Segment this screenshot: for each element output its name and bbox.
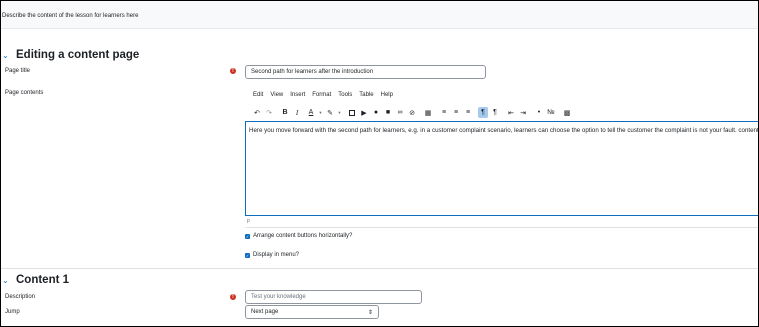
chevron-down-icon[interactable]: ⌄ xyxy=(2,51,10,60)
indent-icon[interactable]: ⇥ xyxy=(518,107,528,118)
record-video-icon[interactable]: ■ xyxy=(383,107,393,118)
unlink-icon[interactable]: ⊘ xyxy=(407,107,417,118)
jump-value: Next page xyxy=(251,309,279,315)
numbered-list-icon[interactable]: № xyxy=(546,107,556,118)
page-title-label: Page title xyxy=(5,68,31,74)
checkbox-checked-icon[interactable]: ✓ xyxy=(245,252,250,258)
arrange-horizontally-option[interactable]: ✓ Arrange content buttons horizontally? xyxy=(245,233,352,239)
editor-menubar: Edit View Insert Format Tools Table Help xyxy=(253,92,400,98)
menu-view[interactable]: View xyxy=(270,92,283,98)
outdent-icon[interactable]: ⇤ xyxy=(506,107,516,118)
section-title: Content 1 xyxy=(16,274,70,286)
display-label: Display in menu? xyxy=(253,252,300,258)
bullet-list-icon[interactable]: • xyxy=(534,107,544,118)
image-icon[interactable] xyxy=(347,107,357,118)
jump-select[interactable]: Next page ⇕ xyxy=(245,305,379,319)
editor-toolbar: ↶ ↷ B I A ▼ ✎ ▼ ▶ ● ■ ∞ ⊘ ▦ ≡ ≡ ≡ ¶ ¶ ⇤ … xyxy=(252,107,574,118)
menu-format[interactable]: Format xyxy=(312,92,331,98)
display-in-menu-option[interactable]: ✓ Display in menu? xyxy=(245,252,299,258)
bold-icon[interactable]: B xyxy=(280,107,290,118)
chevron-down-icon[interactable]: ⌄ xyxy=(2,276,10,285)
menu-edit[interactable]: Edit xyxy=(253,92,263,98)
lesson-description-bar: Describe the content of the lesson for l… xyxy=(1,1,758,29)
chevron-down-icon[interactable]: ▼ xyxy=(318,107,323,118)
highlight-color-icon[interactable]: ✎ xyxy=(325,107,335,118)
align-center-icon[interactable]: ≡ xyxy=(451,107,461,118)
menu-insert[interactable]: Insert xyxy=(290,92,305,98)
select-arrows-icon: ⇕ xyxy=(367,310,373,316)
media-icon[interactable]: ▶ xyxy=(359,107,369,118)
editor-content[interactable]: Here you move forward with the second pa… xyxy=(249,126,758,136)
link-icon[interactable]: ∞ xyxy=(395,107,405,118)
description-label: Description xyxy=(5,294,36,300)
divider xyxy=(245,227,758,228)
equation-icon[interactable]: ▩ xyxy=(562,107,572,118)
menu-help[interactable]: Help xyxy=(381,92,393,98)
undo-icon[interactable]: ↶ xyxy=(252,107,262,118)
menu-tools[interactable]: Tools xyxy=(338,92,352,98)
italic-icon[interactable]: I xyxy=(292,107,302,118)
redo-icon[interactable]: ↷ xyxy=(264,107,274,118)
text-color-icon[interactable]: A xyxy=(306,107,316,118)
description-input[interactable]: Test your knowledge xyxy=(245,290,422,304)
rtl-icon[interactable]: ¶ xyxy=(490,107,500,118)
page-contents-label: Page contents xyxy=(5,90,44,96)
editor-status-path: p xyxy=(247,218,250,224)
lesson-description-text: Describe the content of the lesson for l… xyxy=(2,13,139,19)
section-header-editing[interactable]: ⌄ Editing a content page xyxy=(1,47,139,63)
section-title: Editing a content page xyxy=(16,49,140,61)
rich-text-editor[interactable]: Here you move forward with the second pa… xyxy=(245,121,758,216)
checkbox-checked-icon[interactable]: ✓ xyxy=(245,233,250,239)
arrange-label: Arrange content buttons horizontally? xyxy=(253,233,353,239)
divider xyxy=(1,268,758,269)
page-frame: Describe the content of the lesson for l… xyxy=(0,0,759,327)
align-left-icon[interactable]: ≡ xyxy=(439,107,449,118)
page-title-input[interactable]: Second path for learners after the intro… xyxy=(245,65,486,79)
jump-label: Jump xyxy=(5,309,20,315)
menu-table[interactable]: Table xyxy=(359,92,373,98)
required-icon: ! xyxy=(230,294,236,300)
chevron-down-icon[interactable]: ▼ xyxy=(337,107,342,118)
align-right-icon[interactable]: ≡ xyxy=(463,107,473,118)
section-header-content[interactable]: ⌄ Content 1 xyxy=(1,272,69,288)
fullscreen-icon[interactable]: ▦ xyxy=(423,107,433,118)
record-audio-icon[interactable]: ● xyxy=(371,107,381,118)
required-icon: ! xyxy=(230,68,236,74)
ltr-icon[interactable]: ¶ xyxy=(478,107,488,118)
